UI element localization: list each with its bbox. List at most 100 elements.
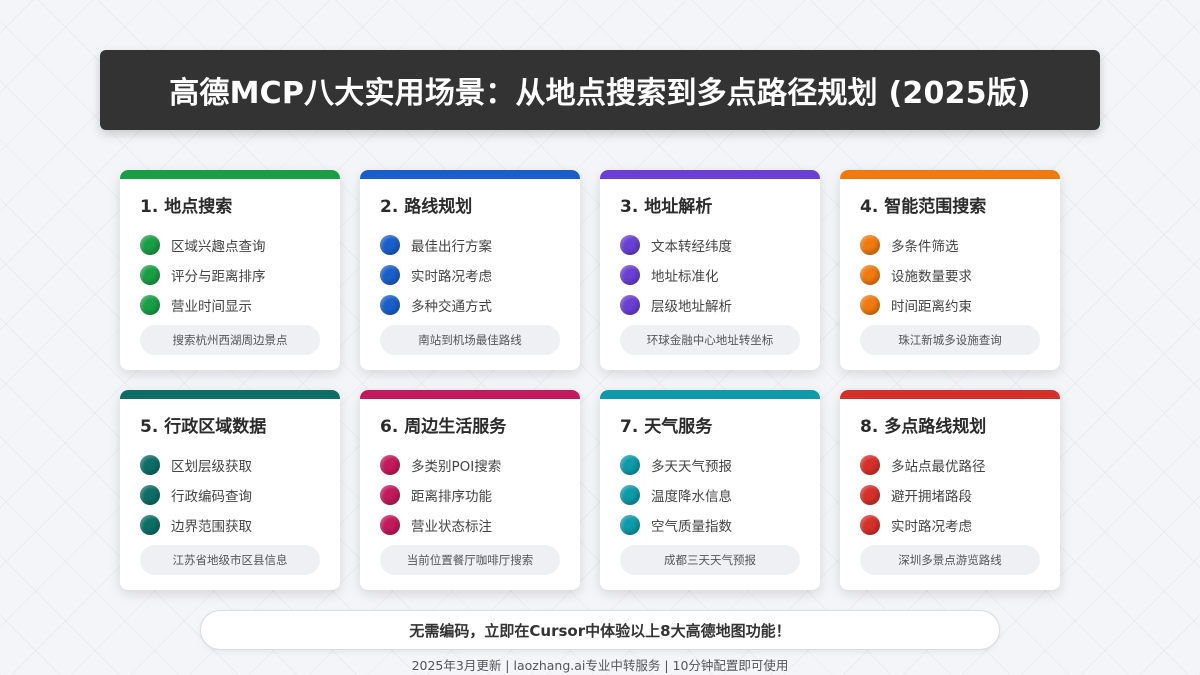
feature-text: 设施数量要求	[891, 269, 972, 285]
scenario-card-geocoding: 3. 地址解析 文本转经纬度 地址标准化 层级地址解析 环球金融中心地址转坐标	[600, 170, 820, 370]
feature-item: 空气质量指数	[620, 510, 732, 540]
scenario-card-multi-point-route: 8. 多点路线规划 多站点最优路径 避开拥堵路段 实时路况考虑 深圳多景点游览路…	[840, 390, 1060, 590]
card-title: 6. 周边生活服务	[380, 417, 507, 437]
feature-item: 区划层级获取	[140, 450, 252, 480]
feature-text: 区域兴趣点查询	[171, 239, 266, 255]
feature-text: 避开拥堵路段	[891, 489, 972, 505]
bullet-dot-icon	[620, 265, 640, 285]
example-pill: 环球金融中心地址转坐标	[620, 325, 800, 355]
feature-text: 实时路况考虑	[411, 269, 492, 285]
bullet-dot-icon	[380, 455, 400, 475]
feature-text: 行政编码查询	[171, 489, 252, 505]
example-pill: 南站到机场最佳路线	[380, 325, 560, 355]
card-title: 2. 路线规划	[380, 197, 473, 217]
scenario-card-admin-region: 5. 行政区域数据 区划层级获取 行政编码查询 边界范围获取 江苏省地级市区县信…	[120, 390, 340, 590]
feature-text: 多天天气预报	[651, 459, 732, 475]
feature-text: 多类别POI搜索	[411, 459, 502, 475]
bullet-dot-icon	[140, 235, 160, 255]
feature-list: 最佳出行方案 实时路况考虑 多种交通方式	[380, 230, 492, 320]
feature-item: 营业时间显示	[140, 290, 266, 320]
feature-text: 地址标准化	[651, 269, 719, 285]
card-accent-bar	[120, 170, 340, 179]
scenario-card-place-search: 1. 地点搜索 区域兴趣点查询 评分与距离排序 营业时间显示 搜索杭州西湖周边景…	[120, 170, 340, 370]
card-title: 8. 多点路线规划	[860, 417, 987, 437]
bullet-dot-icon	[380, 295, 400, 315]
feature-text: 温度降水信息	[651, 489, 732, 505]
card-accent-bar	[600, 390, 820, 399]
scenario-card-smart-range-search: 4. 智能范围搜索 多条件筛选 设施数量要求 时间距离约束 珠江新城多设施查询	[840, 170, 1060, 370]
page-title: 高德MCP八大实用场景：从地点搜索到多点路径规划 (2025版)	[169, 76, 1031, 111]
title-banner: 高德MCP八大实用场景：从地点搜索到多点路径规划 (2025版)	[100, 50, 1100, 130]
feature-text: 实时路况考虑	[891, 519, 972, 535]
feature-text: 评分与距离排序	[171, 269, 266, 285]
feature-list: 区域兴趣点查询 评分与距离排序 营业时间显示	[140, 230, 266, 320]
scenario-card-nearby-services: 6. 周边生活服务 多类别POI搜索 距离排序功能 营业状态标注 当前位置餐厅咖…	[360, 390, 580, 590]
feature-list: 区划层级获取 行政编码查询 边界范围获取	[140, 450, 252, 540]
bullet-dot-icon	[860, 295, 880, 315]
bullet-dot-icon	[140, 455, 160, 475]
feature-item: 避开拥堵路段	[860, 480, 986, 510]
call-to-action-text: 无需编码，立即在Cursor中体验以上8大高德地图功能！	[409, 621, 791, 640]
feature-item: 边界范围获取	[140, 510, 252, 540]
feature-text: 时间距离约束	[891, 299, 972, 315]
feature-item: 多条件筛选	[860, 230, 972, 260]
example-pill: 成都三天天气预报	[620, 545, 800, 575]
scenario-card-route-planning: 2. 路线规划 最佳出行方案 实时路况考虑 多种交通方式 南站到机场最佳路线	[360, 170, 580, 370]
card-title: 7. 天气服务	[620, 417, 713, 437]
bullet-dot-icon	[380, 265, 400, 285]
bullet-dot-icon	[140, 265, 160, 285]
bullet-dot-icon	[620, 235, 640, 255]
bullet-dot-icon	[860, 455, 880, 475]
bullet-dot-icon	[620, 515, 640, 535]
card-title: 1. 地点搜索	[140, 197, 233, 217]
example-pill: 江苏省地级市区县信息	[140, 545, 320, 575]
feature-item: 评分与距离排序	[140, 260, 266, 290]
card-accent-bar	[600, 170, 820, 179]
footer-note: 2025年3月更新 | laozhang.ai专业中转服务 | 10分钟配置即可…	[411, 658, 789, 673]
feature-text: 文本转经纬度	[651, 239, 732, 255]
feature-item: 多类别POI搜索	[380, 450, 501, 480]
feature-list: 文本转经纬度 地址标准化 层级地址解析	[620, 230, 732, 320]
feature-item: 温度降水信息	[620, 480, 732, 510]
feature-item: 区域兴趣点查询	[140, 230, 266, 260]
feature-text: 多种交通方式	[411, 299, 492, 315]
card-accent-bar	[840, 390, 1060, 399]
example-pill: 深圳多景点游览路线	[860, 545, 1040, 575]
feature-text: 距离排序功能	[411, 489, 492, 505]
feature-item: 多天天气预报	[620, 450, 732, 480]
feature-text: 多站点最优路径	[891, 459, 986, 475]
feature-text: 边界范围获取	[171, 519, 252, 535]
feature-item: 多站点最优路径	[860, 450, 986, 480]
feature-item: 距离排序功能	[380, 480, 501, 510]
feature-item: 实时路况考虑	[380, 260, 492, 290]
feature-text: 空气质量指数	[651, 519, 732, 535]
bullet-dot-icon	[140, 515, 160, 535]
card-accent-bar	[120, 390, 340, 399]
feature-text: 最佳出行方案	[411, 239, 492, 255]
feature-item: 层级地址解析	[620, 290, 732, 320]
call-to-action-banner: 无需编码，立即在Cursor中体验以上8大高德地图功能！	[200, 610, 1000, 650]
feature-item: 地址标准化	[620, 260, 732, 290]
bullet-dot-icon	[380, 485, 400, 505]
card-title: 4. 智能范围搜索	[860, 197, 987, 217]
feature-list: 多站点最优路径 避开拥堵路段 实时路况考虑	[860, 450, 986, 540]
bullet-dot-icon	[140, 485, 160, 505]
feature-item: 实时路况考虑	[860, 510, 986, 540]
bullet-dot-icon	[380, 515, 400, 535]
bullet-dot-icon	[860, 515, 880, 535]
bullet-dot-icon	[860, 265, 880, 285]
feature-list: 多天天气预报 温度降水信息 空气质量指数	[620, 450, 732, 540]
card-title: 3. 地址解析	[620, 197, 713, 217]
feature-list: 多条件筛选 设施数量要求 时间距离约束	[860, 230, 972, 320]
scenario-card-weather: 7. 天气服务 多天天气预报 温度降水信息 空气质量指数 成都三天天气预报	[600, 390, 820, 590]
feature-text: 营业状态标注	[411, 519, 492, 535]
feature-item: 设施数量要求	[860, 260, 972, 290]
feature-item: 文本转经纬度	[620, 230, 732, 260]
card-accent-bar	[840, 170, 1060, 179]
feature-text: 多条件筛选	[891, 239, 959, 255]
bullet-dot-icon	[860, 235, 880, 255]
feature-item: 多种交通方式	[380, 290, 492, 320]
bullet-dot-icon	[380, 235, 400, 255]
feature-text: 区划层级获取	[171, 459, 252, 475]
example-pill: 搜索杭州西湖周边景点	[140, 325, 320, 355]
